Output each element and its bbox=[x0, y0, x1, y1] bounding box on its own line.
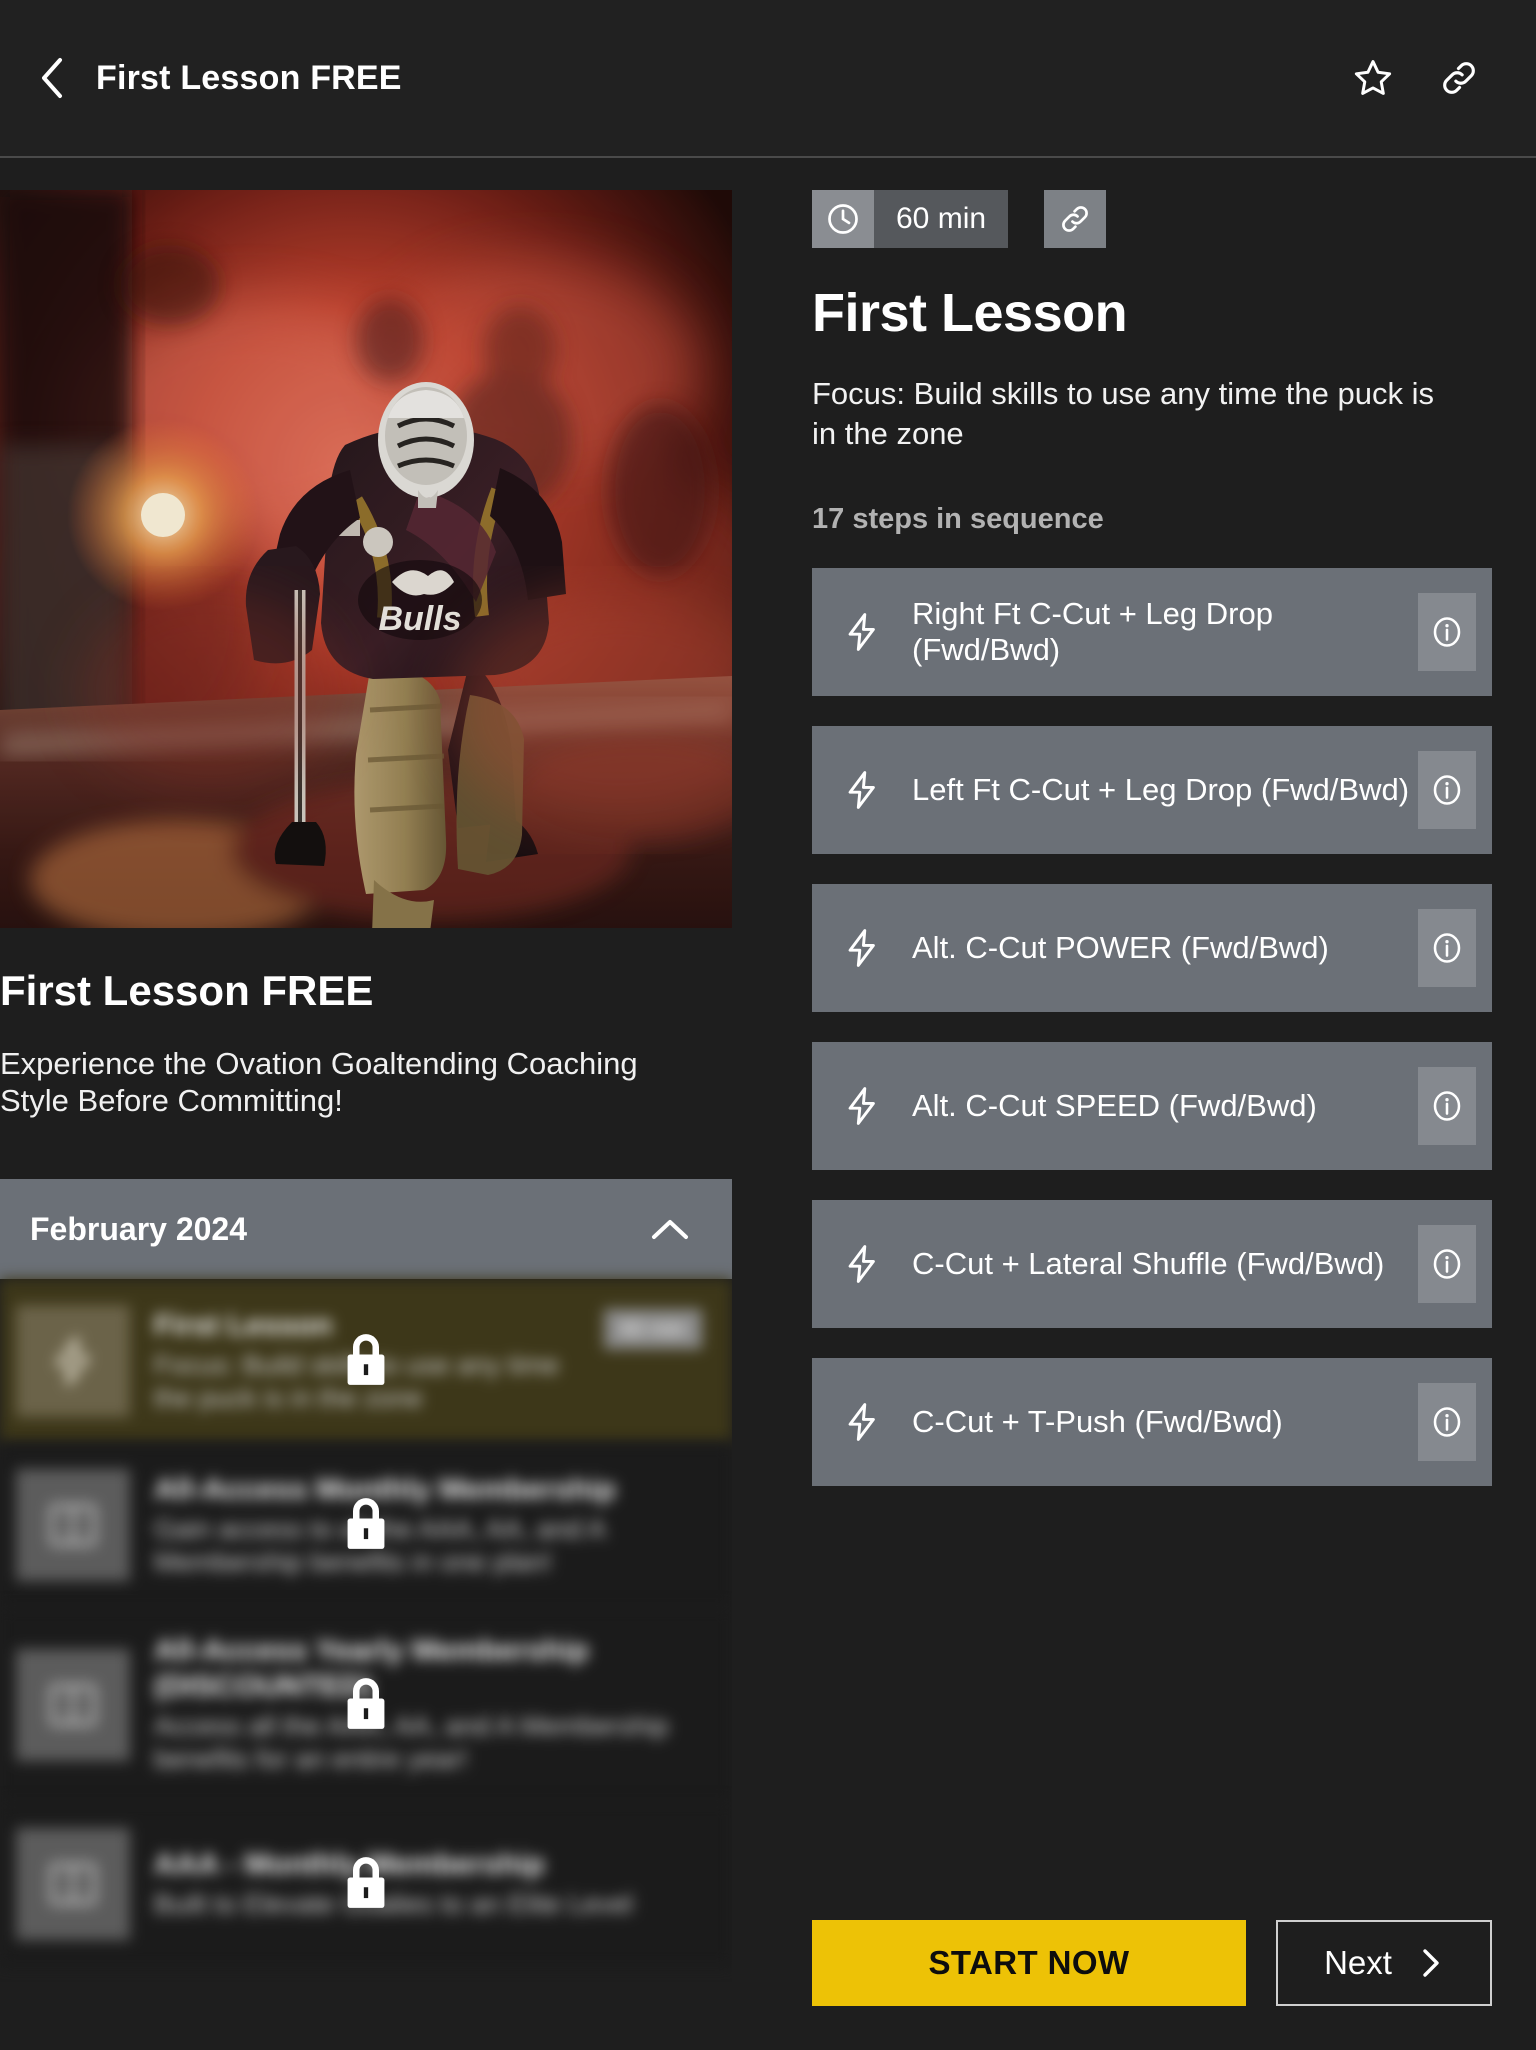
list-item[interactable]: All-Access Monthly Membership Gain acces… bbox=[0, 1443, 732, 1608]
step-label: Alt. C-Cut SPEED (Fwd/Bwd) bbox=[912, 1088, 1317, 1124]
hero-image: Bulls bbox=[0, 190, 732, 928]
list-item-title: First Lesson bbox=[154, 1308, 333, 1342]
list-item-thumbnail bbox=[16, 1648, 130, 1761]
locked-row-content: AAA - Monthly Membership Built to Elevat… bbox=[0, 1802, 732, 1966]
lesson-subheading: Experience the Ovation Goaltending Coach… bbox=[0, 1046, 638, 1118]
lightning-bolt-icon bbox=[848, 1403, 875, 1442]
step-info-button[interactable] bbox=[1418, 593, 1476, 672]
step-label: Alt. C-Cut POWER (Fwd/Bwd) bbox=[912, 930, 1329, 966]
list-item-description: Focus: Build skills to use any time the … bbox=[154, 1350, 560, 1414]
duration-chip-label: 60 min bbox=[874, 190, 1009, 248]
step-label: Left Ft C-Cut + Leg Drop (Fwd/Bwd) bbox=[912, 772, 1410, 808]
meta-chip-row: 60 min bbox=[812, 190, 1492, 248]
list-item-texts: First Lesson Focus: Build skills to use … bbox=[154, 1308, 580, 1415]
step-list: Right Ft C-Cut + Leg Drop (Fwd/Bwd) Left… bbox=[812, 568, 1492, 1487]
locked-lesson-list: First Lesson Focus: Build skills to use … bbox=[0, 1279, 732, 1966]
next-button[interactable]: Next bbox=[1276, 1920, 1492, 2006]
list-item[interactable]: AAA - Monthly Membership Built to Elevat… bbox=[0, 1802, 732, 1966]
lesson-focus-text: Focus: Build skills to use any time the … bbox=[812, 376, 1434, 451]
share-link-button[interactable] bbox=[1438, 57, 1480, 99]
lightning-bolt-icon bbox=[848, 771, 875, 810]
step-card[interactable]: Alt. C-Cut POWER (Fwd/Bwd) bbox=[812, 884, 1492, 1013]
action-bar: START NOW Next bbox=[812, 1920, 1492, 2006]
list-item-description: Built to Elevate Goalies to an Elite Lev… bbox=[154, 1889, 633, 1920]
copy-link-button[interactable] bbox=[1044, 190, 1107, 248]
list-item-description: Access all the AAA, AA, and A Membership… bbox=[154, 1711, 669, 1775]
step-label: C-Cut + Lateral Shuffle (Fwd/Bwd) bbox=[912, 1246, 1385, 1282]
lightning-bolt-icon bbox=[848, 1087, 875, 1126]
link-icon bbox=[1443, 62, 1475, 94]
step-card[interactable]: C-Cut + T-Push (Fwd/Bwd) bbox=[812, 1358, 1492, 1487]
topbar-actions bbox=[1352, 57, 1536, 99]
lightning-bolt-icon bbox=[848, 929, 875, 968]
lightning-bolt-icon bbox=[848, 613, 875, 652]
duration-chip-icon-box bbox=[812, 190, 874, 248]
info-icon bbox=[1433, 1407, 1461, 1438]
step-info-button[interactable] bbox=[1418, 1225, 1476, 1304]
duration-chip: 60 min bbox=[812, 190, 1009, 248]
accordion-toggle[interactable] bbox=[650, 1216, 690, 1242]
list-item-title: All-Access Yearly Membership (DISCOUNTED… bbox=[154, 1634, 589, 1703]
step-info-button[interactable] bbox=[1418, 1383, 1476, 1462]
step-card[interactable]: Right Ft C-Cut + Leg Drop (Fwd/Bwd) bbox=[812, 568, 1492, 697]
info-icon bbox=[1433, 1091, 1461, 1122]
right-panel: 60 min First Lesson Focus: Build skills … bbox=[812, 190, 1492, 2050]
steps-count-label: 17 steps in sequence bbox=[812, 503, 1104, 536]
back-button[interactable] bbox=[34, 56, 70, 100]
topbar-left-group: First Lesson FREE bbox=[0, 56, 1352, 100]
book-icon bbox=[50, 1863, 96, 1905]
goalie-photo: Bulls bbox=[0, 190, 732, 928]
book-icon bbox=[50, 1504, 96, 1546]
list-item-texts: All-Access Monthly Membership Gain acces… bbox=[154, 1472, 702, 1579]
month-accordion-header[interactable]: February 2024 bbox=[0, 1179, 732, 1280]
list-item-thumbnail bbox=[16, 1828, 130, 1940]
main-content: Bulls First Lesson FREE Experience the O… bbox=[0, 160, 1536, 2048]
chevron-right-icon bbox=[1423, 1949, 1439, 1977]
next-button-label: Next bbox=[1324, 1944, 1392, 1981]
clock-icon bbox=[828, 204, 858, 234]
lightning-bolt-icon bbox=[55, 1337, 90, 1386]
start-now-button[interactable]: START NOW bbox=[812, 1920, 1246, 2006]
step-card[interactable]: Alt. C-Cut SPEED (Fwd/Bwd) bbox=[812, 1042, 1492, 1171]
list-item-texts: AAA - Monthly Membership Built to Elevat… bbox=[154, 1847, 702, 1921]
locked-row-content: First Lesson Focus: Build skills to use … bbox=[0, 1279, 732, 1444]
chevron-up-icon bbox=[652, 1220, 688, 1240]
month-label: February 2024 bbox=[30, 1210, 248, 1247]
step-info-button[interactable] bbox=[1418, 1067, 1476, 1146]
list-item-duration-badge: 60 min bbox=[603, 1309, 702, 1350]
step-label: C-Cut + T-Push (Fwd/Bwd) bbox=[912, 1404, 1283, 1440]
list-item-description: Gain access to all the AAA, AA, and A Me… bbox=[154, 1514, 605, 1578]
list-item-thumbnail bbox=[16, 1305, 130, 1418]
list-item[interactable]: First Lesson Focus: Build skills to use … bbox=[0, 1279, 732, 1444]
info-icon bbox=[1433, 933, 1461, 964]
star-icon bbox=[1354, 60, 1392, 95]
step-info-button[interactable] bbox=[1418, 909, 1476, 988]
lesson-detail-title: First Lesson bbox=[812, 283, 1128, 343]
list-item-texts: All-Access Yearly Membership (DISCOUNTED… bbox=[154, 1633, 702, 1776]
list-item-thumbnail bbox=[16, 1469, 130, 1582]
left-panel: Bulls First Lesson FREE Experience the O… bbox=[0, 190, 732, 2050]
step-label: Right Ft C-Cut + Leg Drop (Fwd/Bwd) bbox=[912, 595, 1273, 668]
step-card[interactable]: C-Cut + Lateral Shuffle (Fwd/Bwd) bbox=[812, 1200, 1492, 1329]
locked-row-content: All-Access Yearly Membership (DISCOUNTED… bbox=[0, 1607, 732, 1802]
info-icon bbox=[1433, 1249, 1461, 1280]
step-card[interactable]: Left Ft C-Cut + Leg Drop (Fwd/Bwd) bbox=[812, 726, 1492, 855]
chevron-left-icon bbox=[42, 58, 62, 98]
list-item[interactable]: All-Access Yearly Membership (DISCOUNTED… bbox=[0, 1607, 732, 1802]
list-item-title: All-Access Monthly Membership bbox=[154, 1472, 616, 1506]
book-icon bbox=[50, 1684, 96, 1726]
step-info-button[interactable] bbox=[1418, 751, 1476, 830]
info-icon bbox=[1433, 617, 1461, 648]
top-app-bar: First Lesson FREE bbox=[0, 0, 1536, 158]
list-item-title: AAA - Monthly Membership bbox=[154, 1847, 545, 1881]
lightning-bolt-icon bbox=[848, 1245, 875, 1284]
info-icon bbox=[1433, 775, 1461, 806]
locked-row-content: All-Access Monthly Membership Gain acces… bbox=[0, 1443, 732, 1608]
favorite-button[interactable] bbox=[1352, 57, 1394, 99]
lesson-heading: First Lesson FREE bbox=[0, 967, 374, 1014]
page-title: First Lesson FREE bbox=[96, 58, 402, 97]
link-icon bbox=[1062, 206, 1088, 232]
